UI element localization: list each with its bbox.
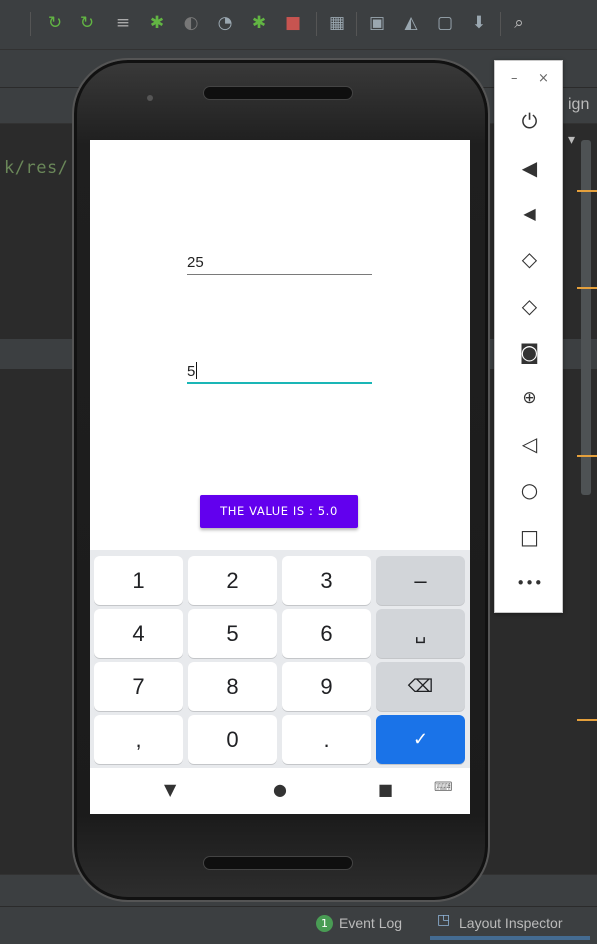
android-nav-bar: ▼ ● ■ ⌨ [90, 768, 470, 814]
minimize-icon[interactable]: – [511, 71, 518, 86]
home-nav-icon[interactable]: ● [273, 780, 287, 799]
key-minus[interactable]: – [376, 556, 465, 605]
number-input-1-value: 25 [187, 254, 204, 271]
apply-changes-icon[interactable]: ↻ [44, 12, 66, 34]
key-4[interactable]: 4 [94, 609, 183, 658]
home-icon[interactable]: ○ [495, 475, 564, 505]
layout-inspector-label[interactable]: Layout Inspector [459, 915, 563, 931]
event-log-count-badge[interactable]: 1 [316, 915, 333, 932]
recents-nav-icon[interactable]: ■ [378, 780, 393, 799]
back-nav-icon[interactable]: ▼ [164, 780, 176, 799]
zoom-icon[interactable]: ⊕ [495, 383, 564, 413]
space-key-icon[interactable]: ␣ [376, 609, 465, 658]
warning-marker[interactable] [577, 190, 597, 192]
back-icon[interactable]: ◁ [495, 429, 564, 459]
close-icon[interactable]: × [538, 71, 549, 86]
emulator-control-panel: – × ⏻ ◀ ◀ ◇ ◇ ◙ ⊕ ◁ ○ □ ••• [494, 60, 563, 613]
overview-icon[interactable]: □ [495, 522, 564, 552]
apply-code-changes-icon[interactable]: ↻ [76, 12, 98, 34]
key-1[interactable]: 1 [94, 556, 183, 605]
toolbar-separator [356, 12, 357, 36]
number-input-2-value: 5 [187, 363, 196, 380]
layout-inspector-icon[interactable]: ◳ [437, 912, 450, 928]
key-8[interactable]: 8 [188, 662, 277, 711]
key-6[interactable]: 6 [282, 609, 371, 658]
sdk-manager-icon[interactable]: ⬇ [468, 12, 490, 34]
toolbar-separator [500, 12, 501, 36]
numeric-keyboard: 1 2 3 – 4 5 6 ␣ 7 8 9 ⌫ , 0 . ✓ [90, 550, 470, 768]
keyboard-switch-icon[interactable]: ⌨ [434, 780, 453, 795]
run-tests-icon[interactable]: ✱ [248, 12, 270, 34]
event-log-label[interactable]: Event Log [339, 915, 402, 931]
ide-toolbar: ↻ ↻ ≡ ✱ ◐ ◔ ✱ ■ ▦ ▣ ◭ ▢ ⬇ ⌕ [0, 0, 597, 50]
text-cursor [196, 362, 198, 379]
avd-manager-icon[interactable]: ▣ [366, 12, 388, 34]
volume-down-icon[interactable]: ◀ [495, 199, 564, 229]
ide-window: { "ide": { "code_fragment": "k/res/", "t… [0, 0, 597, 944]
rotate-right-icon[interactable]: ◇ [495, 291, 564, 321]
bottom-speaker [203, 856, 353, 870]
backspace-key-icon[interactable]: ⌫ [376, 662, 465, 711]
chevron-down-icon[interactable]: ▾ [568, 132, 575, 148]
stop-icon[interactable]: ■ [282, 12, 304, 34]
volume-up-icon[interactable]: ◀ [495, 153, 564, 183]
number-input-2[interactable]: 5 [187, 362, 372, 384]
power-icon[interactable]: ⏻ [495, 106, 564, 136]
device-icon[interactable]: ▢ [434, 12, 456, 34]
profiler-icon[interactable]: ◔ [214, 12, 236, 34]
result-button[interactable]: THE VALUE IS : 5.0 [200, 495, 358, 528]
debug-icon[interactable]: ✱ [146, 12, 168, 34]
tab-partial-label[interactable]: ign [568, 96, 589, 114]
warning-marker[interactable] [577, 455, 597, 457]
front-camera [147, 95, 153, 101]
warning-marker[interactable] [577, 719, 597, 721]
key-comma[interactable]: , [94, 715, 183, 764]
key-0[interactable]: 0 [188, 715, 277, 764]
screenshot-icon[interactable]: ◙ [495, 337, 564, 367]
layout-inspector-icon[interactable]: ◭ [400, 12, 422, 34]
warning-marker[interactable] [577, 287, 597, 289]
key-5[interactable]: 5 [188, 609, 277, 658]
key-9[interactable]: 9 [282, 662, 371, 711]
search-icon[interactable]: ⌕ [508, 12, 530, 34]
project-structure-icon[interactable]: ▦ [326, 12, 348, 34]
key-3[interactable]: 3 [282, 556, 371, 605]
key-7[interactable]: 7 [94, 662, 183, 711]
more-icon[interactable]: ••• [495, 568, 564, 598]
editor-scrollbar[interactable] [581, 140, 591, 495]
key-period[interactable]: . [282, 715, 371, 764]
attach-debugger-icon[interactable]: ◐ [180, 12, 202, 34]
phone-screen: 25 5 THE VALUE IS : 5.0 1 2 3 – 4 5 6 ␣ … [90, 140, 470, 814]
number-input-1[interactable]: 25 [187, 253, 372, 275]
code-fragment: k/res/ [4, 158, 69, 178]
done-key-icon[interactable]: ✓ [376, 715, 465, 764]
toolbar-separator [30, 12, 31, 36]
top-speaker [203, 86, 353, 100]
rotate-left-icon[interactable]: ◇ [495, 244, 564, 274]
selected-tab-indicator [430, 936, 590, 940]
sync-icon[interactable]: ≡ [112, 12, 134, 34]
key-2[interactable]: 2 [188, 556, 277, 605]
toolbar-separator [316, 12, 317, 36]
